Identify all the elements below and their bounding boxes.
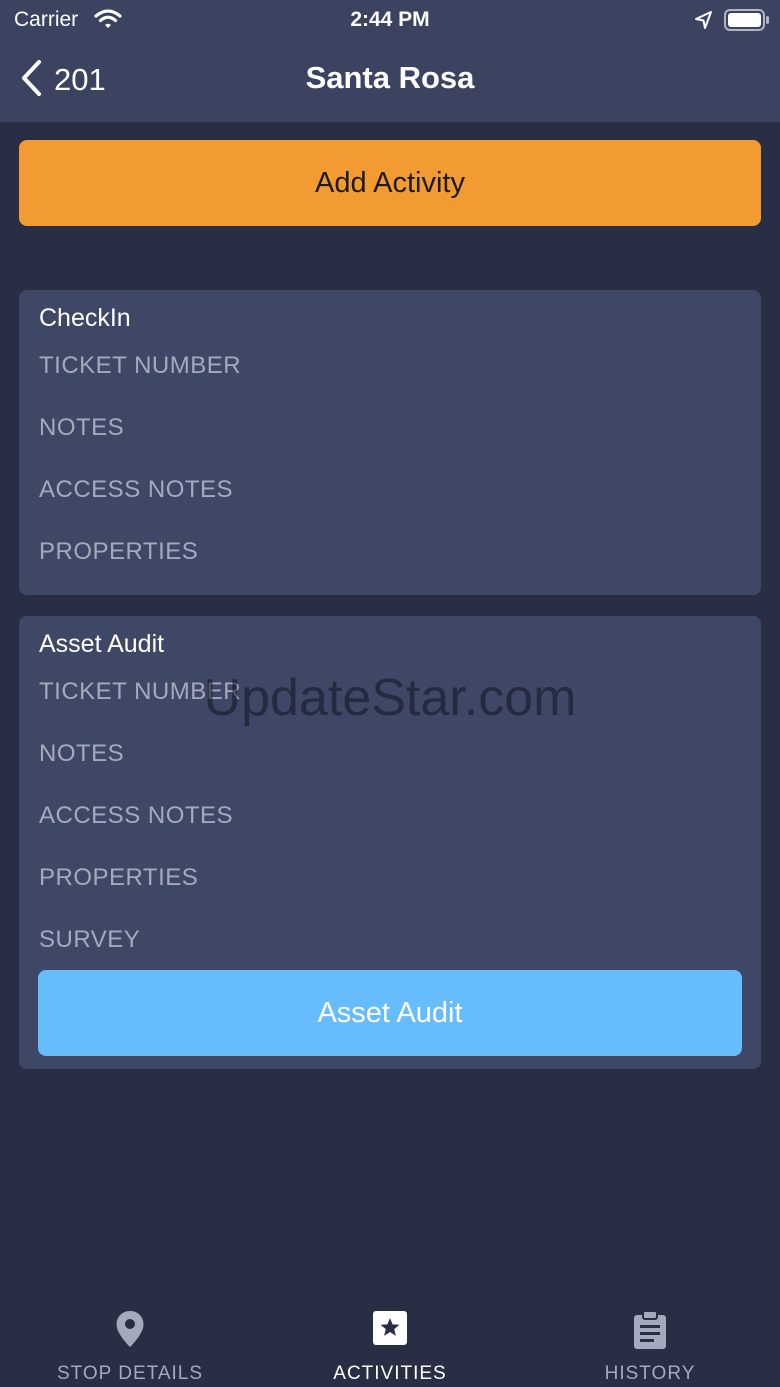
map-pin-icon <box>115 1310 145 1353</box>
status-bar: Carrier 2:44 PM <box>0 0 780 40</box>
add-activity-button[interactable]: Add Activity <box>19 140 761 226</box>
tab-label: ACTIVITIES <box>333 1363 447 1384</box>
field-notes: NOTES <box>39 740 125 767</box>
tab-bar: STOP DETAILS ACTIVITIES HISTORY <box>0 1290 780 1387</box>
field-access-notes: ACCESS NOTES <box>39 476 234 503</box>
field-notes: NOTES <box>39 414 125 441</box>
activity-card-asset-audit[interactable]: Asset Audit TICKET NUMBER NOTES ACCESS N… <box>19 616 761 1069</box>
activity-title: CheckIn <box>39 304 131 332</box>
tab-label: HISTORY <box>604 1363 696 1384</box>
star-icon <box>372 1310 408 1351</box>
tab-history[interactable]: HISTORY <box>520 1290 780 1387</box>
field-survey: SURVEY <box>39 926 141 953</box>
asset-audit-button[interactable]: Asset Audit <box>38 970 742 1056</box>
field-properties: PROPERTIES <box>39 538 199 565</box>
tab-stop-details[interactable]: STOP DETAILS <box>0 1290 260 1387</box>
page-title: Santa Rosa <box>305 60 475 95</box>
field-properties: PROPERTIES <box>39 864 199 891</box>
location-arrow-icon <box>694 10 714 35</box>
tab-activities[interactable]: ACTIVITIES <box>260 1290 520 1387</box>
activity-card-checkin[interactable]: CheckIn TICKET NUMBER NOTES ACCESS NOTES… <box>19 290 761 595</box>
battery-icon <box>724 9 770 36</box>
field-access-notes: ACCESS NOTES <box>39 802 234 829</box>
status-time: 2:44 PM <box>350 8 430 31</box>
navigation-bar: 201 Santa Rosa <box>0 40 780 122</box>
field-ticket-number: TICKET NUMBER <box>39 678 242 705</box>
tab-label: STOP DETAILS <box>56 1363 204 1384</box>
field-ticket-number: TICKET NUMBER <box>39 352 242 379</box>
activity-title: Asset Audit <box>39 630 165 658</box>
clipboard-icon <box>633 1310 667 1355</box>
